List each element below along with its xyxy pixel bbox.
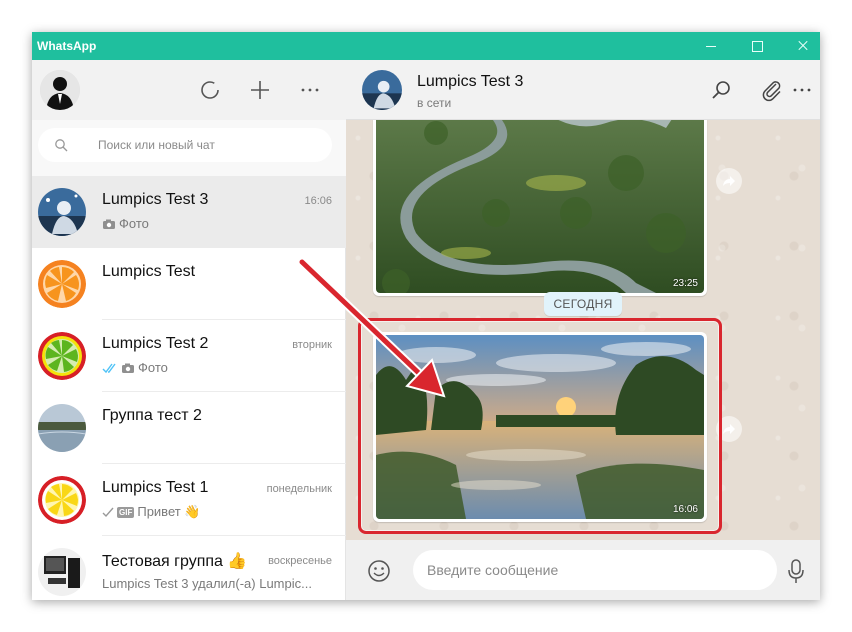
chat-item-gruppa-test-2[interactable]: Группа тест 2: [32, 392, 346, 464]
emoji-icon[interactable]: [366, 558, 392, 584]
chat-preview-text: Привет 👋: [137, 504, 201, 519]
sidebar: Lumpics Test 3 16:06 Фото: [32, 60, 346, 600]
chat-name: Lumpics Test 1: [102, 479, 209, 496]
avatar: [38, 476, 86, 524]
close-button[interactable]: [780, 32, 820, 60]
chat-item-lumpics-test-2[interactable]: Lumpics Test 2 вторник Фото: [32, 320, 346, 392]
contact-avatar[interactable]: [362, 70, 402, 110]
window-title: WhatsApp: [37, 39, 97, 53]
camera-icon: [122, 363, 134, 373]
search-input[interactable]: [98, 135, 318, 155]
attach-icon[interactable]: [760, 78, 784, 102]
photo-river[interactable]: 23:25: [376, 120, 704, 293]
date-separator: СЕГОДНЯ: [544, 292, 622, 316]
forward-button[interactable]: [716, 168, 742, 194]
chat-name: Группа тест 2: [102, 407, 202, 424]
avatar: [38, 188, 86, 236]
forward-icon: [723, 176, 735, 186]
minimize-button[interactable]: [688, 32, 734, 60]
chat-name: Тестовая группа 👍: [102, 553, 248, 570]
chat-menu-dots-icon[interactable]: [790, 78, 814, 102]
chat-preview-text: Фото: [138, 360, 168, 375]
avatar: [38, 260, 86, 308]
camera-icon: [103, 219, 115, 229]
chat-name: Lumpics Test: [102, 263, 196, 280]
message-input[interactable]: [427, 560, 757, 580]
chat-name: Lumpics Test 3: [102, 191, 209, 208]
search-icon[interactable]: [710, 78, 734, 102]
status-icon[interactable]: [198, 78, 222, 102]
avatar: [38, 404, 86, 452]
annotation-highlight-box: [358, 318, 722, 534]
avatar: [38, 548, 86, 596]
message-time: 23:25: [672, 278, 698, 289]
new-chat-icon[interactable]: [248, 78, 272, 102]
my-avatar[interactable]: [40, 70, 80, 110]
chat-header[interactable]: Lumpics Test 3 в сети: [346, 60, 820, 120]
double-check-icon: [102, 363, 116, 373]
avatar: [38, 332, 86, 380]
chat-name: Lumpics Test 2: [102, 335, 209, 352]
microphone-icon[interactable]: [786, 558, 806, 584]
sidebar-header: [32, 60, 346, 120]
chat-item-lumpics-test-3[interactable]: Lumpics Test 3 16:06 Фото: [32, 176, 346, 248]
chat-preview: Фото: [102, 216, 149, 231]
chat-preview-text: Lumpics Test 3 удалил(-а) Lumpic...: [102, 576, 312, 591]
photo-message[interactable]: 23:25: [373, 120, 707, 296]
chat-preview: Lumpics Test 3 удалил(-а) Lumpic...: [102, 576, 312, 591]
chat-item-lumpics-test[interactable]: Lumpics Test: [32, 248, 346, 320]
chat-preview: GIF Привет 👋: [102, 504, 201, 520]
contact-status: в сети: [417, 96, 452, 110]
chat-item-lumpics-test-1[interactable]: Lumpics Test 1 понедельник GIF Привет 👋: [32, 464, 346, 536]
maximize-button[interactable]: [734, 32, 780, 60]
composer: [346, 540, 820, 600]
chat-time: вторник: [292, 339, 332, 351]
chat-preview: Фото: [102, 360, 168, 375]
gif-badge: GIF: [117, 506, 135, 518]
chat-time: понедельник: [266, 483, 332, 495]
chat-item-testovaya-gruppa[interactable]: Тестовая группа 👍 воскресенье Lumpics Te…: [32, 536, 346, 600]
chat-time: воскресенье: [268, 555, 332, 567]
title-bar: WhatsApp: [32, 32, 820, 60]
search-area: [32, 120, 346, 176]
chat-time: 16:06: [304, 195, 332, 207]
search-field[interactable]: [38, 128, 332, 162]
message-field[interactable]: [413, 550, 777, 590]
search-icon: [55, 139, 68, 152]
chat-preview-text: Фото: [119, 216, 149, 231]
contact-name: Lumpics Test 3: [417, 73, 524, 90]
check-icon: [102, 507, 114, 518]
menu-dots-icon[interactable]: [298, 78, 322, 102]
